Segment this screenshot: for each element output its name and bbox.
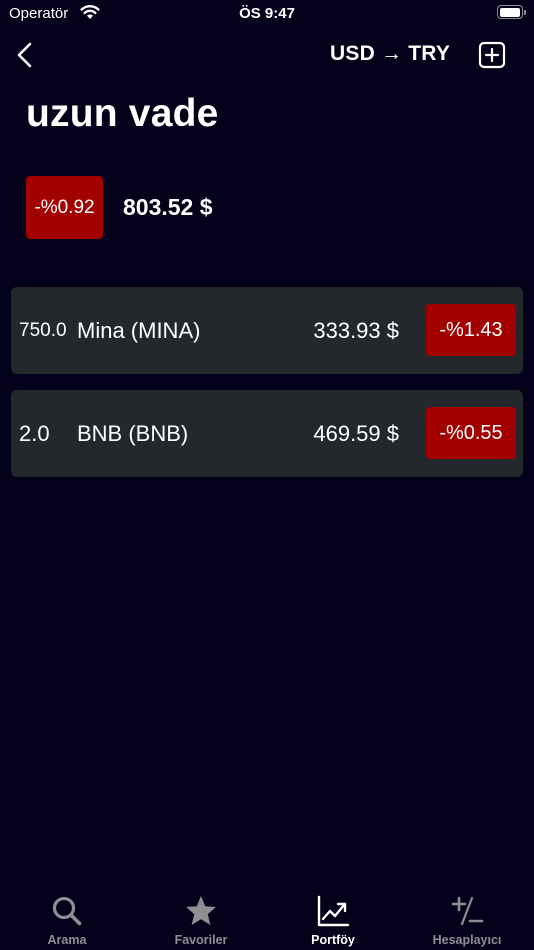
status-bar: Operatör ÖS 9:47	[0, 0, 534, 30]
page-title: uzun vade	[26, 92, 219, 135]
back-button[interactable]	[14, 40, 38, 70]
chevron-left-icon	[17, 42, 32, 68]
tab-favorites[interactable]: Favoriler	[134, 883, 268, 950]
tab-calculator[interactable]: Hesaplayıcı	[400, 883, 534, 950]
chart-line-icon	[317, 895, 350, 927]
plus-square-icon	[478, 41, 506, 69]
tab-label: Hesaplayıcı	[432, 933, 502, 947]
tab-label: Favoriler	[174, 933, 228, 947]
tab-label: Portföy	[311, 933, 355, 947]
holding-value: 469.59 $	[313, 420, 399, 446]
holding-change-badge: -%1.43	[426, 304, 516, 356]
add-holding-button[interactable]	[478, 41, 506, 69]
star-icon	[186, 896, 216, 925]
tab-portfolio[interactable]: Portföy	[266, 883, 400, 950]
status-time: ÖS 9:47	[239, 5, 295, 22]
plus-minus-icon	[451, 896, 484, 926]
holding-quantity: 2.0	[19, 420, 50, 446]
holding-row-mina[interactable]: 750.0 Mina (MINA) 333.93 $ -%1.43	[11, 287, 523, 374]
tab-label: Arama	[47, 933, 87, 947]
battery-icon	[497, 5, 526, 19]
portfolio-total-value: 803.52 $	[123, 194, 213, 220]
currency-toggle-button[interactable]: USD → TRY	[330, 42, 450, 66]
holding-row-bnb[interactable]: 2.0 BNB (BNB) 469.59 $ -%0.55	[11, 390, 523, 477]
holding-quantity: 750.0	[19, 319, 67, 341]
tab-search[interactable]: Arama	[0, 883, 134, 950]
holding-value: 333.93 $	[313, 317, 399, 343]
tab-bar: Arama Favoriler Portföy Hesaplayıcı	[0, 883, 534, 950]
holding-name: BNB (BNB)	[77, 420, 189, 446]
portfolio-change-badge: -%0.92	[26, 176, 103, 239]
search-icon	[52, 896, 82, 926]
holding-change-badge: -%0.55	[426, 407, 516, 459]
holding-name: Mina (MINA)	[77, 317, 201, 343]
